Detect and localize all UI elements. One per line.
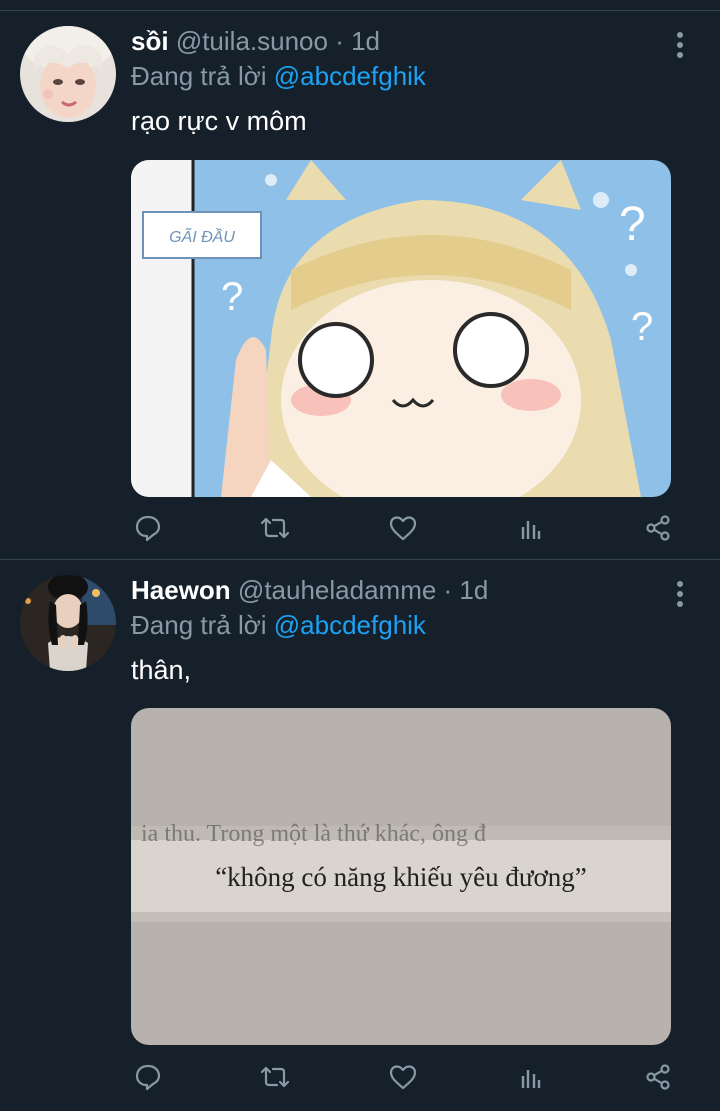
avatar[interactable] (20, 575, 116, 671)
book-line: “không có năng khiếu yêu đương” (215, 862, 587, 892)
tweet-header: sồi @tuila.sunoo · 1d (131, 25, 380, 57)
reply-mention[interactable]: @abcdefghik (274, 610, 426, 640)
retweet-icon[interactable] (255, 508, 295, 548)
like-icon[interactable] (383, 508, 423, 548)
tweet-actions (0, 1057, 720, 1097)
svg-text:?: ? (221, 275, 243, 319)
reply-icon[interactable] (128, 508, 168, 548)
svg-text:ia thu. Trong một là thứ khác,: ia thu. Trong một là thứ khác, ông đ (141, 821, 486, 847)
tweet[interactable]: Haewon @tauheladamme · 1d Đang trả lời @… (0, 560, 720, 1111)
reply-context: Đang trả lời @abcdefghik (131, 60, 426, 92)
analytics-icon[interactable] (511, 508, 551, 548)
tweet-header: Haewon @tauheladamme · 1d (131, 574, 488, 606)
like-icon[interactable] (383, 1057, 423, 1097)
top-divider (0, 0, 720, 11)
share-icon[interactable] (638, 508, 678, 548)
caption-label: GÃI ĐẦU (169, 227, 235, 246)
handle-and-time: @tauheladamme · 1d (237, 575, 489, 605)
reply-prefix: Đang trả lời (131, 61, 274, 91)
display-name[interactable]: sồi (131, 26, 169, 56)
svg-text:?: ? (631, 305, 653, 349)
tweet-text: thân, (131, 655, 192, 685)
reply-context: Đang trả lời @abcdefghik (131, 609, 426, 641)
avatar[interactable] (20, 26, 116, 122)
tweet-image[interactable]: ia thu. Trong một là thứ khác, ông đ “kh… (131, 708, 671, 1045)
tweet-image[interactable]: GÃI ĐẦU ? ? ? (131, 160, 671, 497)
tweet[interactable]: sồi @tuila.sunoo · 1d Đang trả lời @abcd… (0, 11, 720, 560)
reply-mention[interactable]: @abcdefghik (274, 61, 426, 91)
reply-icon[interactable] (128, 1057, 168, 1097)
retweet-icon[interactable] (255, 1057, 295, 1097)
more-options-icon[interactable] (670, 30, 690, 60)
reply-prefix: Đang trả lời (131, 610, 274, 640)
more-options-icon[interactable] (670, 579, 690, 609)
handle-and-time: @tuila.sunoo · 1d (175, 26, 380, 56)
tweet-actions (0, 508, 720, 548)
tweet-text: rạo rực v môm (131, 106, 307, 136)
display-name[interactable]: Haewon (131, 575, 231, 605)
svg-text:?: ? (619, 198, 646, 251)
share-icon[interactable] (638, 1057, 678, 1097)
analytics-icon[interactable] (511, 1057, 551, 1097)
